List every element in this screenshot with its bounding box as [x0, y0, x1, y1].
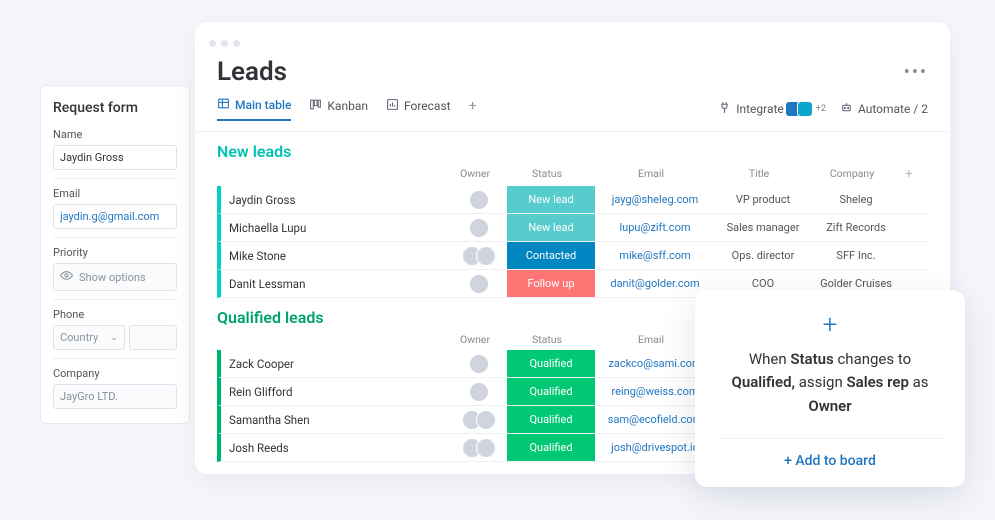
avatar	[476, 246, 496, 266]
cell-title[interactable]: Ops. director	[715, 249, 811, 262]
avatar	[476, 438, 496, 458]
email-field[interactable]	[53, 204, 177, 229]
cell-name[interactable]: Jaydin Gross	[221, 193, 451, 207]
cell-owner[interactable]	[451, 274, 507, 294]
chevron-down-icon: ⌄	[110, 333, 118, 343]
col-header: Status	[503, 167, 591, 182]
avatar	[469, 218, 489, 238]
group-title[interactable]: Qualified leads	[217, 308, 324, 327]
board-more-button[interactable]: •••	[904, 62, 928, 83]
cell-name[interactable]: Samantha Shen	[221, 413, 451, 427]
col-header: Title	[711, 167, 807, 182]
view-main-table[interactable]: Main table	[217, 97, 291, 121]
board-toolbar: Main table Kanban Forecast + Integrate +…	[195, 97, 950, 132]
request-form-title: Request form	[53, 100, 177, 116]
automation-text: When Status changes to Qualified, assign…	[717, 348, 943, 418]
priority-select[interactable]: Show options	[53, 263, 177, 291]
name-field[interactable]	[53, 145, 177, 170]
cell-owner[interactable]	[451, 246, 507, 266]
plus-icon: +	[717, 312, 943, 338]
cell-name[interactable]: Zack Cooper	[221, 357, 451, 371]
table-row[interactable]: Mike Stone Contacted mike@sff.com Ops. d…	[217, 242, 928, 270]
group: New leads OwnerStatusEmailTitleCompany+ …	[195, 132, 950, 298]
chart-icon	[386, 98, 399, 114]
cell-company[interactable]: Sheleg	[811, 193, 901, 206]
col-header: Email	[591, 167, 711, 182]
cell-status[interactable]: Qualified	[507, 378, 595, 405]
automation-suggestion-card: + When Status changes to Qualified, assi…	[695, 290, 965, 487]
cell-title[interactable]: VP product	[715, 193, 811, 206]
cell-status[interactable]: Qualified	[507, 434, 595, 461]
priority-value: Show options	[79, 271, 146, 284]
cell-owner[interactable]	[451, 354, 507, 374]
cell-email[interactable]: danit@golder.com	[595, 277, 715, 290]
cell-email[interactable]: jayg@sheleg.com	[595, 193, 715, 206]
cell-owner[interactable]	[451, 382, 507, 402]
automate-button[interactable]: Automate / 2	[840, 101, 928, 117]
view-forecast[interactable]: Forecast	[386, 98, 451, 120]
phone-number-field[interactable]	[129, 325, 177, 350]
cell-name[interactable]: Josh Reeds	[221, 441, 451, 455]
eye-icon	[60, 269, 73, 285]
robot-icon	[840, 101, 853, 117]
group-title[interactable]: New leads	[217, 142, 291, 161]
col-header: Company	[807, 167, 897, 182]
add-view-button[interactable]: +	[469, 98, 477, 120]
cell-status[interactable]: Contacted	[507, 242, 595, 269]
table-icon	[217, 97, 230, 113]
cell-company[interactable]: SFF Inc.	[811, 249, 901, 262]
cell-status[interactable]: New lead	[507, 186, 595, 213]
cell-status[interactable]: Qualified	[507, 350, 595, 377]
integrate-button[interactable]: Integrate +2	[718, 101, 826, 117]
integration-chips: +2	[789, 101, 826, 117]
cell-name[interactable]: Danit Lessman	[221, 277, 451, 291]
col-header: Email	[591, 333, 711, 346]
cell-name[interactable]: Michaella Lupu	[221, 221, 451, 235]
cell-owner[interactable]	[451, 438, 507, 458]
cell-email[interactable]: lupu@zift.com	[595, 221, 715, 234]
cell-status[interactable]: New lead	[507, 214, 595, 241]
avatar	[469, 190, 489, 210]
add-column-button[interactable]: +	[897, 167, 921, 182]
add-to-board-button[interactable]: + Add to board	[717, 438, 943, 469]
company-label: Company	[53, 358, 177, 380]
cell-status[interactable]: Qualified	[507, 406, 595, 433]
company-field[interactable]	[53, 384, 177, 409]
cell-name[interactable]: Rein Glifford	[221, 385, 451, 399]
table-row[interactable]: Jaydin Gross New lead jayg@sheleg.com VP…	[217, 186, 928, 214]
request-form-card: Request form Name Email Priority Show op…	[40, 85, 190, 424]
view-kanban[interactable]: Kanban	[309, 98, 368, 120]
priority-label: Priority	[53, 237, 177, 259]
avatar	[476, 410, 496, 430]
cell-owner[interactable]	[451, 218, 507, 238]
cell-title[interactable]: COO	[715, 277, 811, 290]
cell-company[interactable]: Golder Cruises	[811, 277, 901, 290]
cell-title[interactable]: Sales manager	[715, 221, 811, 234]
col-header: Status	[503, 333, 591, 346]
kanban-icon	[309, 98, 322, 114]
avatar	[469, 354, 489, 374]
avatar	[469, 382, 489, 402]
board-title: Leads	[217, 57, 287, 87]
plug-icon	[718, 101, 731, 117]
cell-email[interactable]: mike@sff.com	[595, 249, 715, 262]
col-header: Owner	[447, 333, 503, 346]
integration-chip	[797, 101, 813, 117]
table-row[interactable]: Michaella Lupu New lead lupu@zift.com Sa…	[217, 214, 928, 242]
cell-owner[interactable]	[451, 410, 507, 430]
email-label: Email	[53, 178, 177, 200]
phone-country-select[interactable]: Country ⌄	[53, 325, 125, 350]
cell-status[interactable]: Follow up	[507, 270, 595, 297]
cell-company[interactable]: Zift Records	[811, 221, 901, 234]
name-label: Name	[53, 128, 177, 141]
avatar	[469, 274, 489, 294]
col-header: Owner	[447, 167, 503, 182]
window-dots	[195, 22, 950, 51]
cell-owner[interactable]	[451, 190, 507, 210]
cell-name[interactable]: Mike Stone	[221, 249, 451, 263]
phone-label: Phone	[53, 299, 177, 321]
